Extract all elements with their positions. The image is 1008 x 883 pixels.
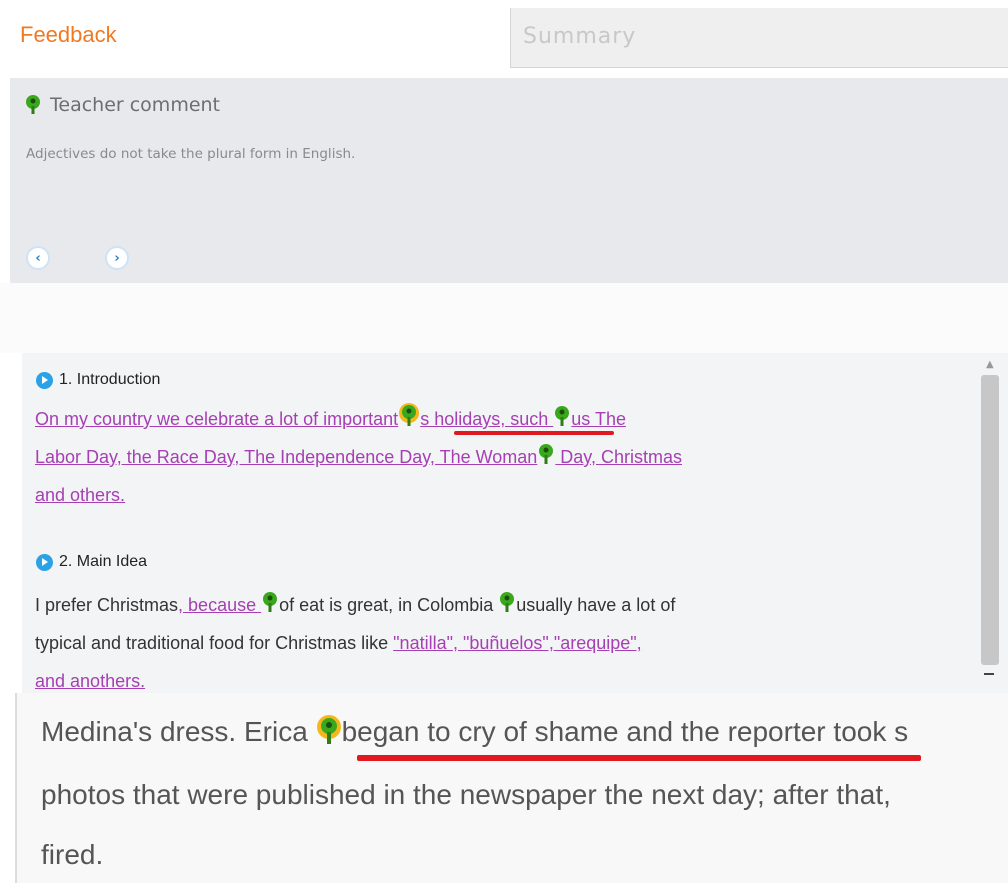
- chevron-left-icon: ‹: [35, 250, 41, 266]
- tab-bar: Feedback Summary: [0, 0, 1008, 70]
- error-phrase[interactable]: began to cry of shame and the reporter: [342, 716, 826, 747]
- tab-feedback-label: Feedback: [20, 22, 117, 47]
- section-heading-label: 1. Introduction: [59, 371, 161, 388]
- spacer: [0, 283, 1008, 353]
- previous-comment-button[interactable]: ‹: [26, 246, 50, 270]
- intro-line-3: and others.: [35, 485, 126, 505]
- introduction-paragraph: On my country we celebrate a lot of impo…: [35, 400, 970, 514]
- play-circle-icon: [36, 371, 53, 389]
- teacher-comment-text: Adjectives do not take the plural form i…: [26, 146, 356, 162]
- section-heading-introduction[interactable]: 1. Introduction: [36, 371, 160, 389]
- next-comment-button[interactable]: ›: [105, 246, 129, 270]
- teacher-comment-title: Teacher comment: [50, 94, 221, 116]
- intro-line-2: Labor Day, the Race Day, The Independenc…: [35, 438, 970, 476]
- scroll-down-icon[interactable]: [984, 673, 994, 675]
- error-word-important[interactable]: important: [323, 409, 398, 429]
- main-idea-paragraph: I prefer Christmas, because of eat is gr…: [35, 586, 970, 693]
- scroll-up-arrow-icon[interactable]: ▲: [986, 359, 994, 370]
- teacher-comment-header: Teacher comment: [24, 94, 220, 116]
- scroll-thumb[interactable]: [981, 375, 999, 665]
- zoom-line-1: Medina's dress. Erica began to cry of sh…: [41, 715, 909, 747]
- chevron-right-icon: ›: [114, 250, 120, 266]
- comment-pin-icon[interactable]: [261, 591, 279, 613]
- comment-pin-icon[interactable]: [537, 443, 555, 465]
- tab-summary-label: Summary: [523, 24, 637, 49]
- teacher-comment-panel: Teacher comment Adjectives do not take t…: [10, 78, 1008, 283]
- error-underline: [454, 431, 614, 435]
- essay-panel: 1. Introduction On my country we celebra…: [22, 353, 976, 693]
- main-line-3: and anothers.: [35, 671, 146, 691]
- zoom-line-2: photos that were published in the newspa…: [41, 779, 891, 810]
- comment-pin-icon[interactable]: [398, 403, 420, 427]
- comment-pin-icon: [26, 95, 40, 114]
- main-line-2: typical and traditional food for Christm…: [35, 633, 642, 653]
- zoomed-excerpt: Medina's dress. Erica began to cry of sh…: [15, 693, 1008, 883]
- zoom-line-3: fired.: [41, 839, 104, 870]
- tab-summary[interactable]: Summary: [510, 8, 1008, 68]
- main-line-1: I prefer Christmas, because of eat is gr…: [35, 586, 970, 624]
- section-heading-label: 2. Main Idea: [59, 553, 148, 570]
- comment-pin-icon[interactable]: [553, 405, 571, 427]
- error-underline: [357, 755, 921, 761]
- comment-pin-icon[interactable]: [498, 591, 516, 613]
- essay-scrollbar[interactable]: ▲: [976, 353, 1008, 693]
- comment-pin-icon[interactable]: [316, 715, 342, 745]
- tab-feedback[interactable]: Feedback: [0, 0, 510, 70]
- play-circle-icon: [36, 553, 53, 571]
- section-heading-main-idea[interactable]: 2. Main Idea: [36, 553, 147, 571]
